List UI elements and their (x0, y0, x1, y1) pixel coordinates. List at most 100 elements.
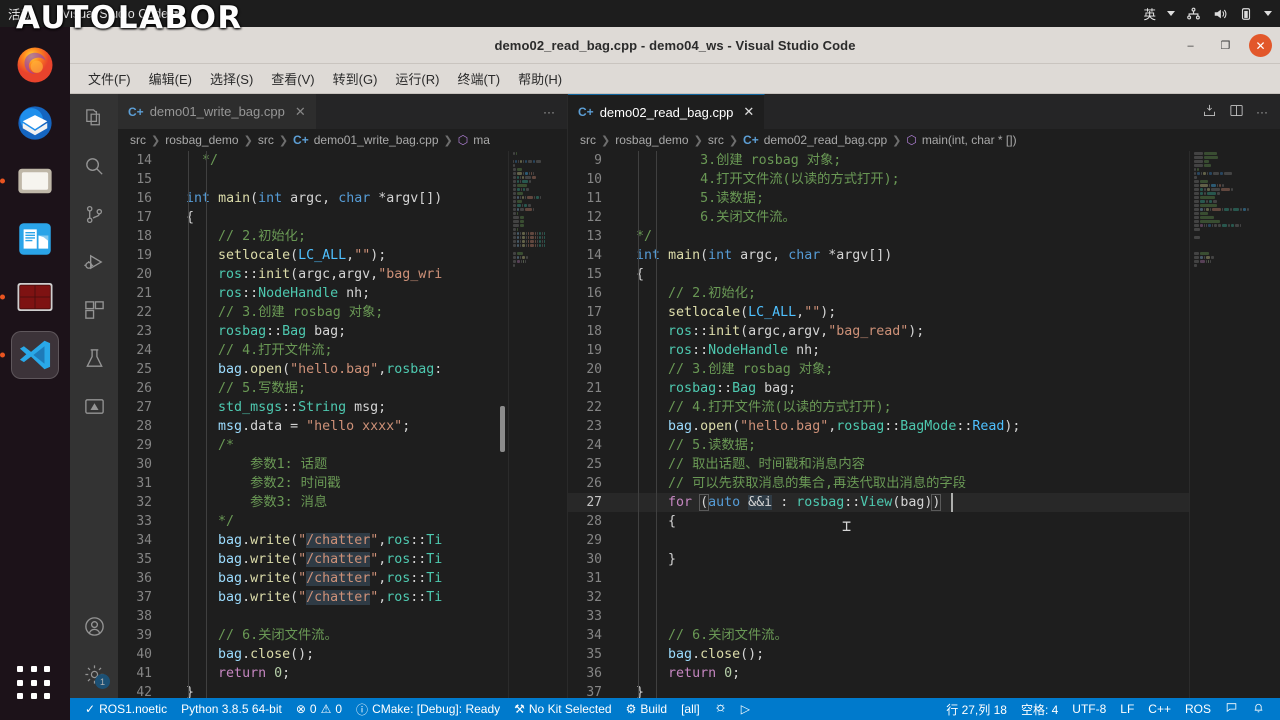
code-line[interactable]: 16 // 2.初始化; (568, 284, 1280, 303)
code-line[interactable]: 26 // 5.写数据; (118, 379, 567, 398)
status-cursor-position[interactable]: 行 27,列 18 (939, 698, 1014, 720)
close-button[interactable]: ✕ (1249, 34, 1272, 57)
code-line[interactable]: 21 rosbag::Bag bag; (568, 379, 1280, 398)
code-line[interactable]: 17 setlocale(LC_ALL,""); (568, 303, 1280, 322)
gear-icon[interactable]: 1 (70, 650, 118, 698)
status-encoding[interactable]: UTF-8 (1065, 698, 1113, 720)
menu-help[interactable]: 帮助(H) (510, 66, 570, 91)
split-editor-icon[interactable] (1229, 103, 1244, 121)
code-line[interactable]: 32 参数3: 消息 (118, 493, 567, 512)
status-cmake-debug[interactable] (707, 698, 734, 720)
input-method-indicator[interactable]: 英 (1143, 4, 1156, 23)
code-line[interactable]: 40 bag.close(); (118, 645, 567, 664)
breadcrumb-item[interactable]: demo02_read_bag.cpp (764, 133, 887, 147)
code-line[interactable]: 34 // 6.关闭文件流。 (568, 626, 1280, 645)
dock-item-thunderbird[interactable] (11, 99, 59, 147)
sidebar-item-run-debug[interactable] (70, 238, 118, 286)
status-python-version[interactable]: Python 3.8.5 64-bit (174, 698, 289, 720)
sidebar-item-search[interactable] (70, 142, 118, 190)
code-line[interactable]: 42 } (118, 683, 567, 698)
breadcrumb-item[interactable]: demo01_write_bag.cpp (314, 133, 439, 147)
code-line[interactable]: 30 } (568, 550, 1280, 569)
sidebar-item-extensions[interactable] (70, 286, 118, 334)
sidebar-item-remote-explorer[interactable] (70, 382, 118, 430)
code-line[interactable]: 17 { (118, 208, 567, 227)
dock-item-files[interactable] (0, 157, 59, 205)
show-applications-button[interactable] (17, 666, 53, 702)
close-icon[interactable]: ✕ (743, 104, 754, 120)
code-line[interactable]: 31 (568, 569, 1280, 588)
code-line[interactable]: 14 int main(int argc, char *argv[]) (568, 246, 1280, 265)
breadcrumb-item[interactable]: rosbag_demo (165, 133, 238, 147)
network-icon[interactable] (1186, 7, 1201, 21)
code-line[interactable]: 22 // 3.创建 rosbag 对象; (118, 303, 567, 322)
code-line[interactable]: 37 } (568, 683, 1280, 698)
code-line[interactable]: 36 return 0; (568, 664, 1280, 683)
code-line[interactable]: 15 (118, 170, 567, 189)
maximize-button[interactable]: ❐ (1214, 34, 1237, 57)
code-line[interactable]: 19 ros::NodeHandle nh; (568, 341, 1280, 360)
code-line[interactable]: 14 */ (118, 151, 567, 170)
code-line[interactable]: 35 bag.close(); (568, 645, 1280, 664)
sidebar-item-testing[interactable] (70, 334, 118, 382)
code-line[interactable]: 32 (568, 588, 1280, 607)
status-ros[interactable]: ROS (1178, 698, 1218, 720)
status-notifications[interactable] (1245, 698, 1272, 720)
sidebar-item-explorer[interactable] (70, 94, 118, 142)
breadcrumb-item[interactable]: src (580, 133, 596, 147)
status-language-mode[interactable]: C++ (1141, 698, 1178, 720)
code-line[interactable]: 13 */ (568, 227, 1280, 246)
breadcrumb-item[interactable]: src (258, 133, 274, 147)
status-cmake-kit[interactable]: ⚒ No Kit Selected (507, 698, 618, 720)
menu-edit[interactable]: 编辑(E) (141, 66, 200, 91)
status-cmake-target[interactable]: [all] (674, 698, 707, 720)
battery-icon[interactable] (1239, 7, 1253, 21)
close-icon[interactable]: ✕ (295, 104, 306, 120)
code-line[interactable]: 30 参数1: 话题 (118, 455, 567, 474)
code-line[interactable]: 35 bag.write("/chatter",ros::Ti (118, 550, 567, 569)
tab-demo02-read-bag[interactable]: C+ demo02_read_bag.cpp ✕ (568, 94, 766, 129)
status-cmake[interactable]: ⓘ CMake: [Debug]: Ready (349, 698, 507, 720)
code-line[interactable]: 15 { (568, 265, 1280, 284)
code-line[interactable]: 29 (568, 531, 1280, 550)
code-line[interactable]: 24 // 4.打开文件流; (118, 341, 567, 360)
code-line[interactable]: 25 bag.open("hello.bag",rosbag: (118, 360, 567, 379)
menu-file[interactable]: 文件(F) (80, 66, 139, 91)
code-line[interactable]: 37 bag.write("/chatter",ros::Ti (118, 588, 567, 607)
code-line[interactable]: 18 ros::init(argc,argv,"bag_read"); (568, 322, 1280, 341)
code-line[interactable]: 25 // 取出话题、时间戳和消息内容 (568, 455, 1280, 474)
code-line[interactable]: 23 rosbag::Bag bag; (118, 322, 567, 341)
dock-item-libreoffice[interactable] (11, 215, 59, 263)
code-line[interactable]: 26 // 可以先获取消息的集合,再迭代取出消息的字段 (568, 474, 1280, 493)
menu-go[interactable]: 转到(G) (325, 66, 386, 91)
code-line[interactable]: 16 int main(int argc, char *argv[]) (118, 189, 567, 208)
breadcrumb-item[interactable]: src (708, 133, 724, 147)
status-feedback[interactable] (1218, 698, 1245, 720)
dock-item-vscode[interactable] (0, 331, 59, 379)
breadcrumb-item[interactable]: rosbag_demo (615, 133, 688, 147)
code-line[interactable]: 34 bag.write("/chatter",ros::Ti (118, 531, 567, 550)
menu-terminal[interactable]: 终端(T) (449, 66, 508, 91)
code-line[interactable]: 24 // 5.读数据; (568, 436, 1280, 455)
code-line[interactable]: 10 4.打开文件流(以读的方式打开); (568, 170, 1280, 189)
code-line[interactable]: 18 // 2.初始化; (118, 227, 567, 246)
code-line[interactable]: 33 (568, 607, 1280, 626)
code-line[interactable]: 27 for (auto &&i : rosbag::View(bag)) (568, 493, 1280, 512)
status-indentation[interactable]: 空格: 4 (1014, 698, 1065, 720)
code-editor-left[interactable]: 14 */ 15 16 int main(int argc, char *argv[… (118, 151, 567, 698)
more-actions-icon[interactable]: ··· (543, 105, 555, 119)
status-cmake-build[interactable]: ⚙ Build (619, 698, 674, 720)
status-cmake-run[interactable]: ▷ (734, 698, 757, 720)
code-line[interactable]: 38 (118, 607, 567, 626)
tab-demo01-write-bag[interactable]: C+ demo01_write_bag.cpp ✕ (118, 94, 317, 129)
activities-button[interactable]: 活动 (0, 4, 62, 23)
dock-item-firefox[interactable] (11, 41, 59, 89)
breadcrumb-symbol[interactable]: main(int, char * []) (922, 133, 1017, 147)
code-line[interactable]: 20 // 3.创建 rosbag 对象; (568, 360, 1280, 379)
code-line[interactable]: 28 { (568, 512, 1280, 531)
account-icon[interactable] (70, 602, 118, 650)
mm-right[interactable] (1190, 151, 1280, 698)
volume-icon[interactable] (1212, 7, 1228, 21)
code-line[interactable]: 41 return 0; (118, 664, 567, 683)
menu-run[interactable]: 运行(R) (387, 66, 447, 91)
